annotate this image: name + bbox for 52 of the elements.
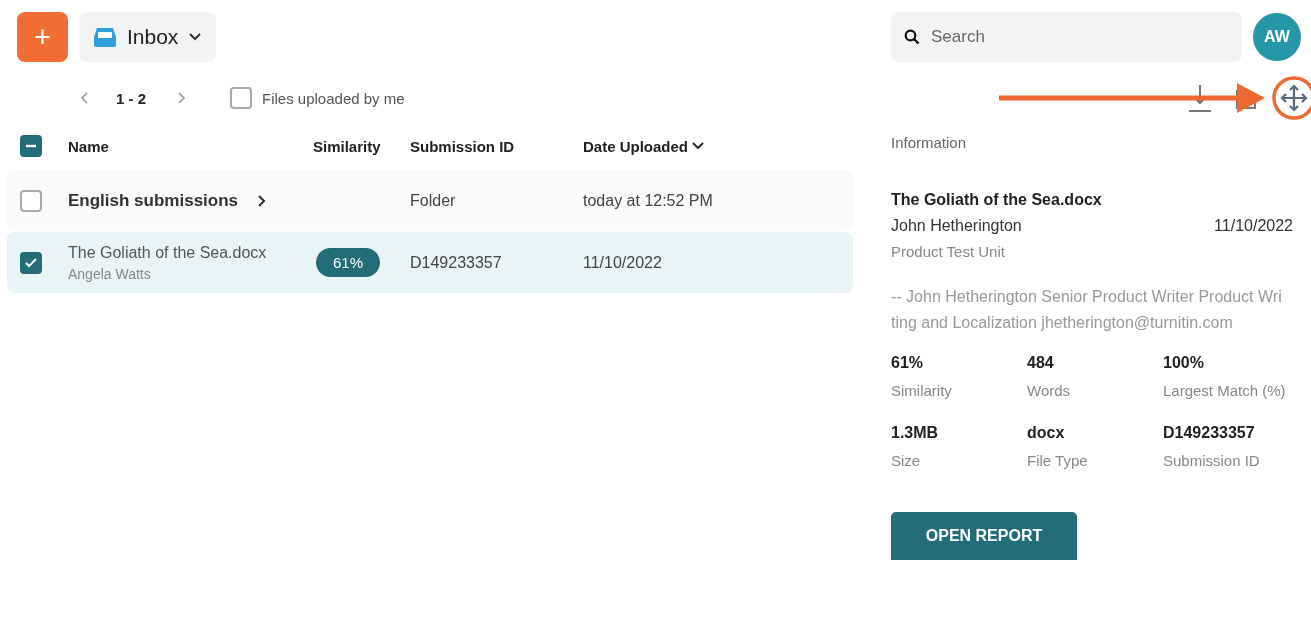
table-cell-text: D149233357 <box>410 253 503 272</box>
table-cell-text: today at 12:52 PM <box>583 191 714 210</box>
row-checkbox[interactable] <box>20 251 42 274</box>
table-cell-text: Folder <box>410 191 457 210</box>
folder-name[interactable]: English submissions <box>68 190 239 211</box>
stat-value: 1.3MB <box>891 424 940 442</box>
filter-label: Files uploaded by me <box>262 89 405 107</box>
stat-label: Words <box>1027 381 1072 401</box>
user-avatar[interactable]: AW <box>1253 13 1301 61</box>
panel-heading: Information <box>891 134 968 151</box>
stat-label: File Type <box>1027 451 1089 471</box>
document-date: 11/10/2022 <box>1214 217 1293 235</box>
table-row[interactable]: The Goliath of the Sea.docx Angela Watts 61% D149233357 11/10/2022 <box>7 232 853 293</box>
folder-dropdown[interactable]: Inbox <box>79 12 217 62</box>
author-name: Angela Watts <box>68 265 152 282</box>
stat-label: Size <box>891 451 922 471</box>
column-header: Similarity <box>313 137 382 155</box>
next-page-icon[interactable] <box>176 91 186 105</box>
stat-value: 100% <box>1163 354 1205 372</box>
row-checkbox[interactable] <box>20 189 42 212</box>
stat-value: 484 <box>1027 354 1055 372</box>
page-range: 1 - 2 <box>116 89 146 107</box>
stat-label: Largest Match (%) <box>1163 381 1287 401</box>
move-icon[interactable] <box>1279 83 1309 113</box>
check-icon <box>24 255 38 270</box>
chevron-down-icon <box>188 32 203 42</box>
stat-value: 61% <box>891 354 925 372</box>
author-name: John Hetherington <box>891 217 1022 235</box>
similarity-badge[interactable]: 61% <box>316 248 381 277</box>
stat-label: Submission ID <box>1163 451 1261 471</box>
table-row[interactable]: English submissions Folder today at 12:52 PM <box>7 170 853 231</box>
file-name[interactable]: The Goliath of the Sea.docx <box>68 243 267 262</box>
search-icon <box>904 29 920 45</box>
filter-checkbox[interactable] <box>230 87 252 109</box>
table-cell-text: 11/10/2022 <box>583 253 663 272</box>
chevron-down-icon <box>692 142 704 150</box>
select-all-checkbox[interactable] <box>20 135 42 157</box>
column-header[interactable]: Date Uploaded <box>583 137 783 155</box>
previous-page-icon[interactable] <box>80 91 90 105</box>
unit-name: Product Test Unit <box>891 243 1006 260</box>
column-header: Name <box>68 137 110 155</box>
column-header: Submission ID <box>410 137 516 155</box>
document-note: -- John Hetherington Senior Product Writer Product Writing and Localization jhetherington@turnitin.com <box>891 287 1283 333</box>
stat-value: D149233357 <box>1163 424 1256 442</box>
stat-label: Similarity <box>891 381 953 401</box>
document-title: The Goliath of the Sea.docx <box>891 191 1103 209</box>
open-report-button[interactable]: OPEN REPORT <box>891 512 1077 560</box>
stat-value: docx <box>1027 424 1066 442</box>
chevron-right-icon <box>256 193 267 208</box>
inbox-tray-icon <box>93 26 117 48</box>
download-icon[interactable] <box>1187 83 1213 113</box>
search-field[interactable]: Search <box>891 12 1242 62</box>
